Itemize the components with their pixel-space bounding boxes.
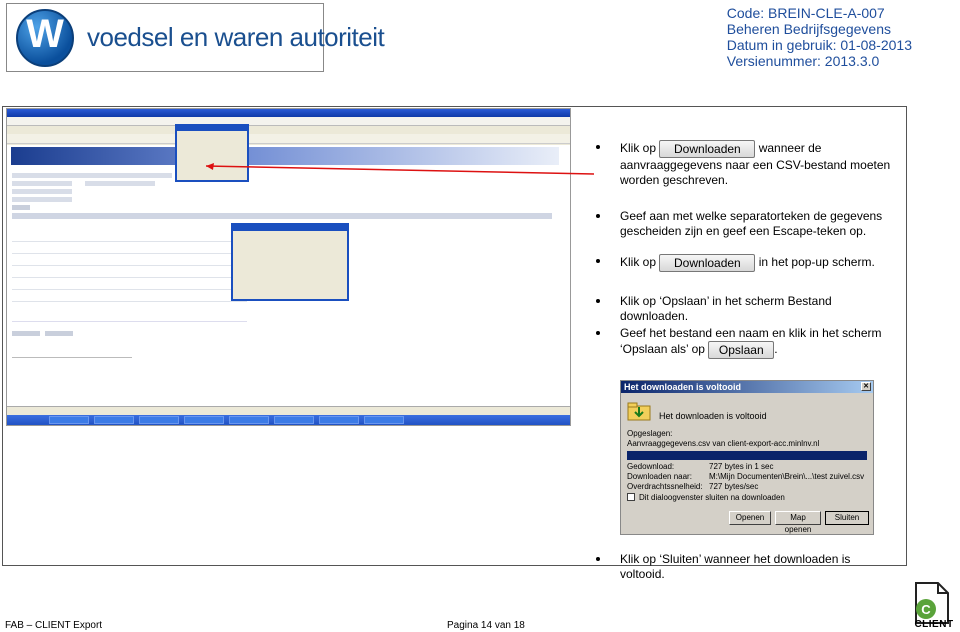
download-complete-dialog: Het downloaden is voltooid ✕ Het downloa… — [620, 380, 874, 535]
instruction-3: Klik op Downloaden in het pop-up scherm. — [596, 254, 896, 272]
doc-title: Beheren Bedrijfsgegevens — [726, 21, 891, 37]
browser-menu-bar — [7, 126, 570, 134]
progress-bar — [627, 451, 867, 460]
instruction-5: Geef het bestand een naam en klik in het… — [596, 326, 896, 359]
browser-address-bar — [7, 117, 570, 126]
doc-version: Versienummer: 2013.3.0 — [726, 53, 880, 69]
document-meta: Code: BREIN-CLE-A-007 Beheren Bedrijfsge… — [727, 5, 912, 69]
open-folder-button[interactable]: Map openen — [775, 511, 821, 534]
instruction-4: Klik op ‘Opslaan’ in het scherm Bestand … — [596, 294, 896, 324]
downloaded-value: 727 bytes in 1 sec — [709, 462, 774, 471]
doc-date: Datum in gebruik: 01-08-2013 — [726, 37, 912, 53]
downloaden-button-image: Downloaden — [659, 140, 756, 158]
target-label: Downloaden naar: — [627, 472, 692, 481]
footer-page-number: Pagina 14 van 18 — [447, 620, 525, 631]
footer-doc-name: FAB – CLIENT Export — [5, 620, 103, 631]
downloaden-button-image: Downloaden — [659, 254, 756, 272]
speed-value: 727 bytes/sec — [709, 482, 759, 491]
logo-text: voedsel en waren autoriteit — [87, 22, 385, 52]
close-button[interactable]: Sluiten — [825, 511, 869, 525]
dialog-heading: Het downloaden is voltooid — [659, 411, 767, 421]
saved-value: Aanvraaggegevens.csv van client-export-a… — [627, 439, 820, 448]
speed-label: Overdrachtssnelheid: — [627, 482, 703, 491]
app-tabstrip — [12, 213, 552, 219]
windows-taskbar — [7, 415, 570, 425]
checkbox-label: Dit dialoogvenster sluiten na downloaden — [639, 493, 785, 502]
file-download-dialog — [231, 223, 349, 301]
target-value: M:\Mijn Documenten\Brein\...\test zuivel… — [709, 472, 865, 481]
opslaan-button-image: Opslaan — [708, 341, 775, 359]
saved-label: Opgeslagen: — [627, 429, 673, 438]
instruction-2: Geef aan met welke separatorteken de geg… — [596, 209, 896, 239]
browser-toolbar — [7, 134, 570, 144]
downloaded-label: Gedownload: — [627, 462, 675, 471]
close-after-download-checkbox[interactable] — [627, 493, 635, 501]
pointer-arrow-icon — [205, 163, 595, 175]
close-icon[interactable]: ✕ — [861, 382, 871, 391]
open-button[interactable]: Openen — [729, 511, 771, 525]
instruction-1: Klik op Downloaden wanneer de aanvraagge… — [596, 140, 896, 188]
browser-statusbar — [7, 406, 570, 415]
browser-titlebar — [7, 109, 570, 117]
folder-download-icon — [627, 402, 651, 421]
vwa-logo: W voedsel en waren autoriteit — [6, 3, 385, 72]
client-logo-text: CLIENT — [914, 619, 954, 630]
doc-code: Code: BREIN-CLE-A-007 — [726, 5, 885, 21]
svg-text:C: C — [921, 602, 931, 617]
instruction-6: Klik op ‘Sluiten’ wanneer het downloaden… — [596, 552, 896, 582]
browser-screenshot — [6, 108, 571, 426]
dialog-titlebar: Het downloaden is voltooid ✕ — [621, 381, 873, 393]
